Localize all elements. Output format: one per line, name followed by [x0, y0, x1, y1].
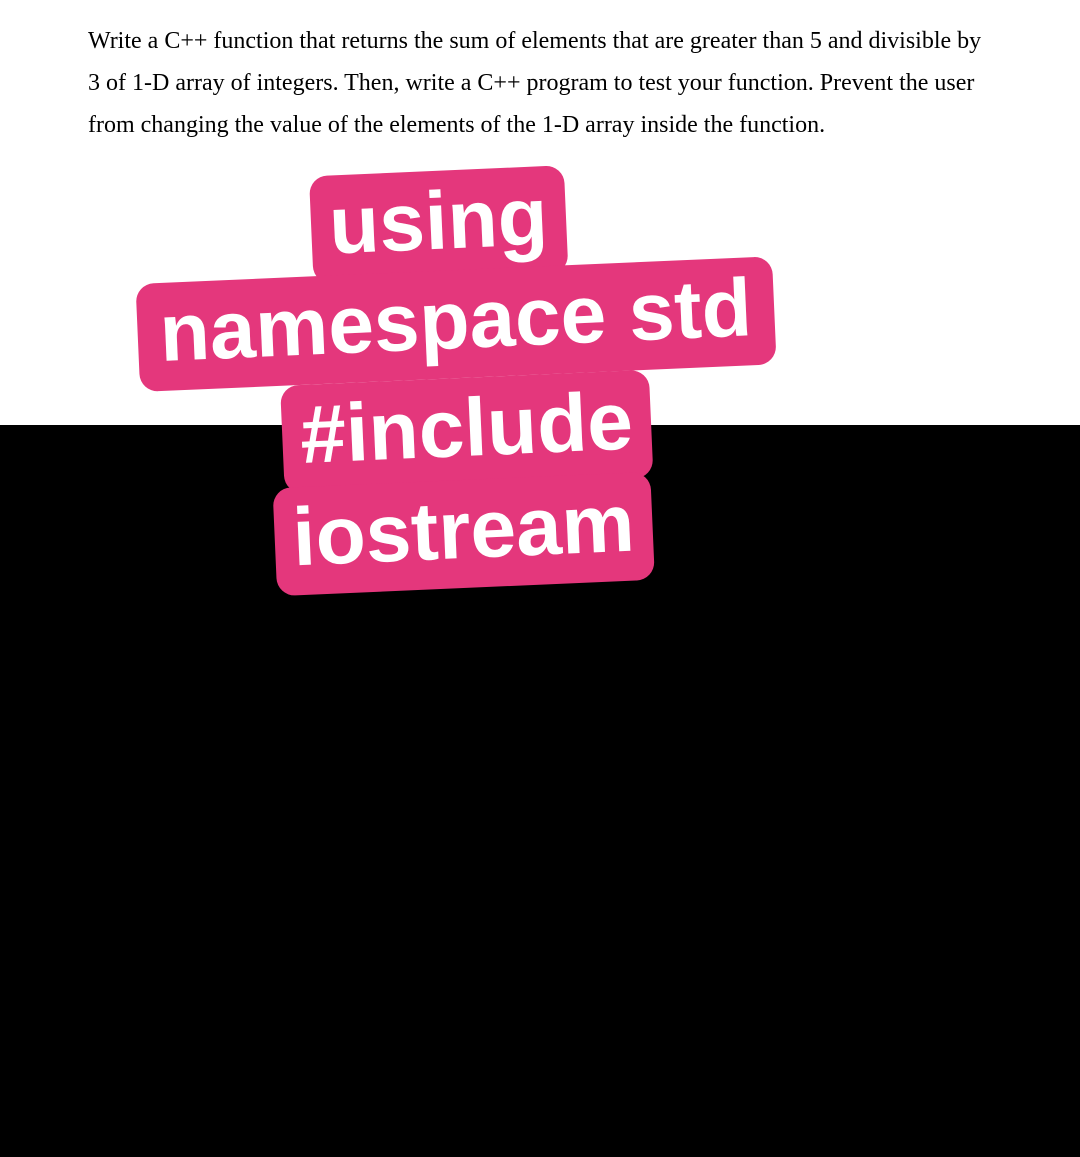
sticker-word-iostream: iostream [273, 472, 655, 596]
sticker-word-namespace-std: namespace std [136, 256, 777, 392]
code-sticker: using namespace std #include iostream [131, 156, 789, 604]
question-text: Write a C++ function that returns the su… [0, 0, 1080, 146]
